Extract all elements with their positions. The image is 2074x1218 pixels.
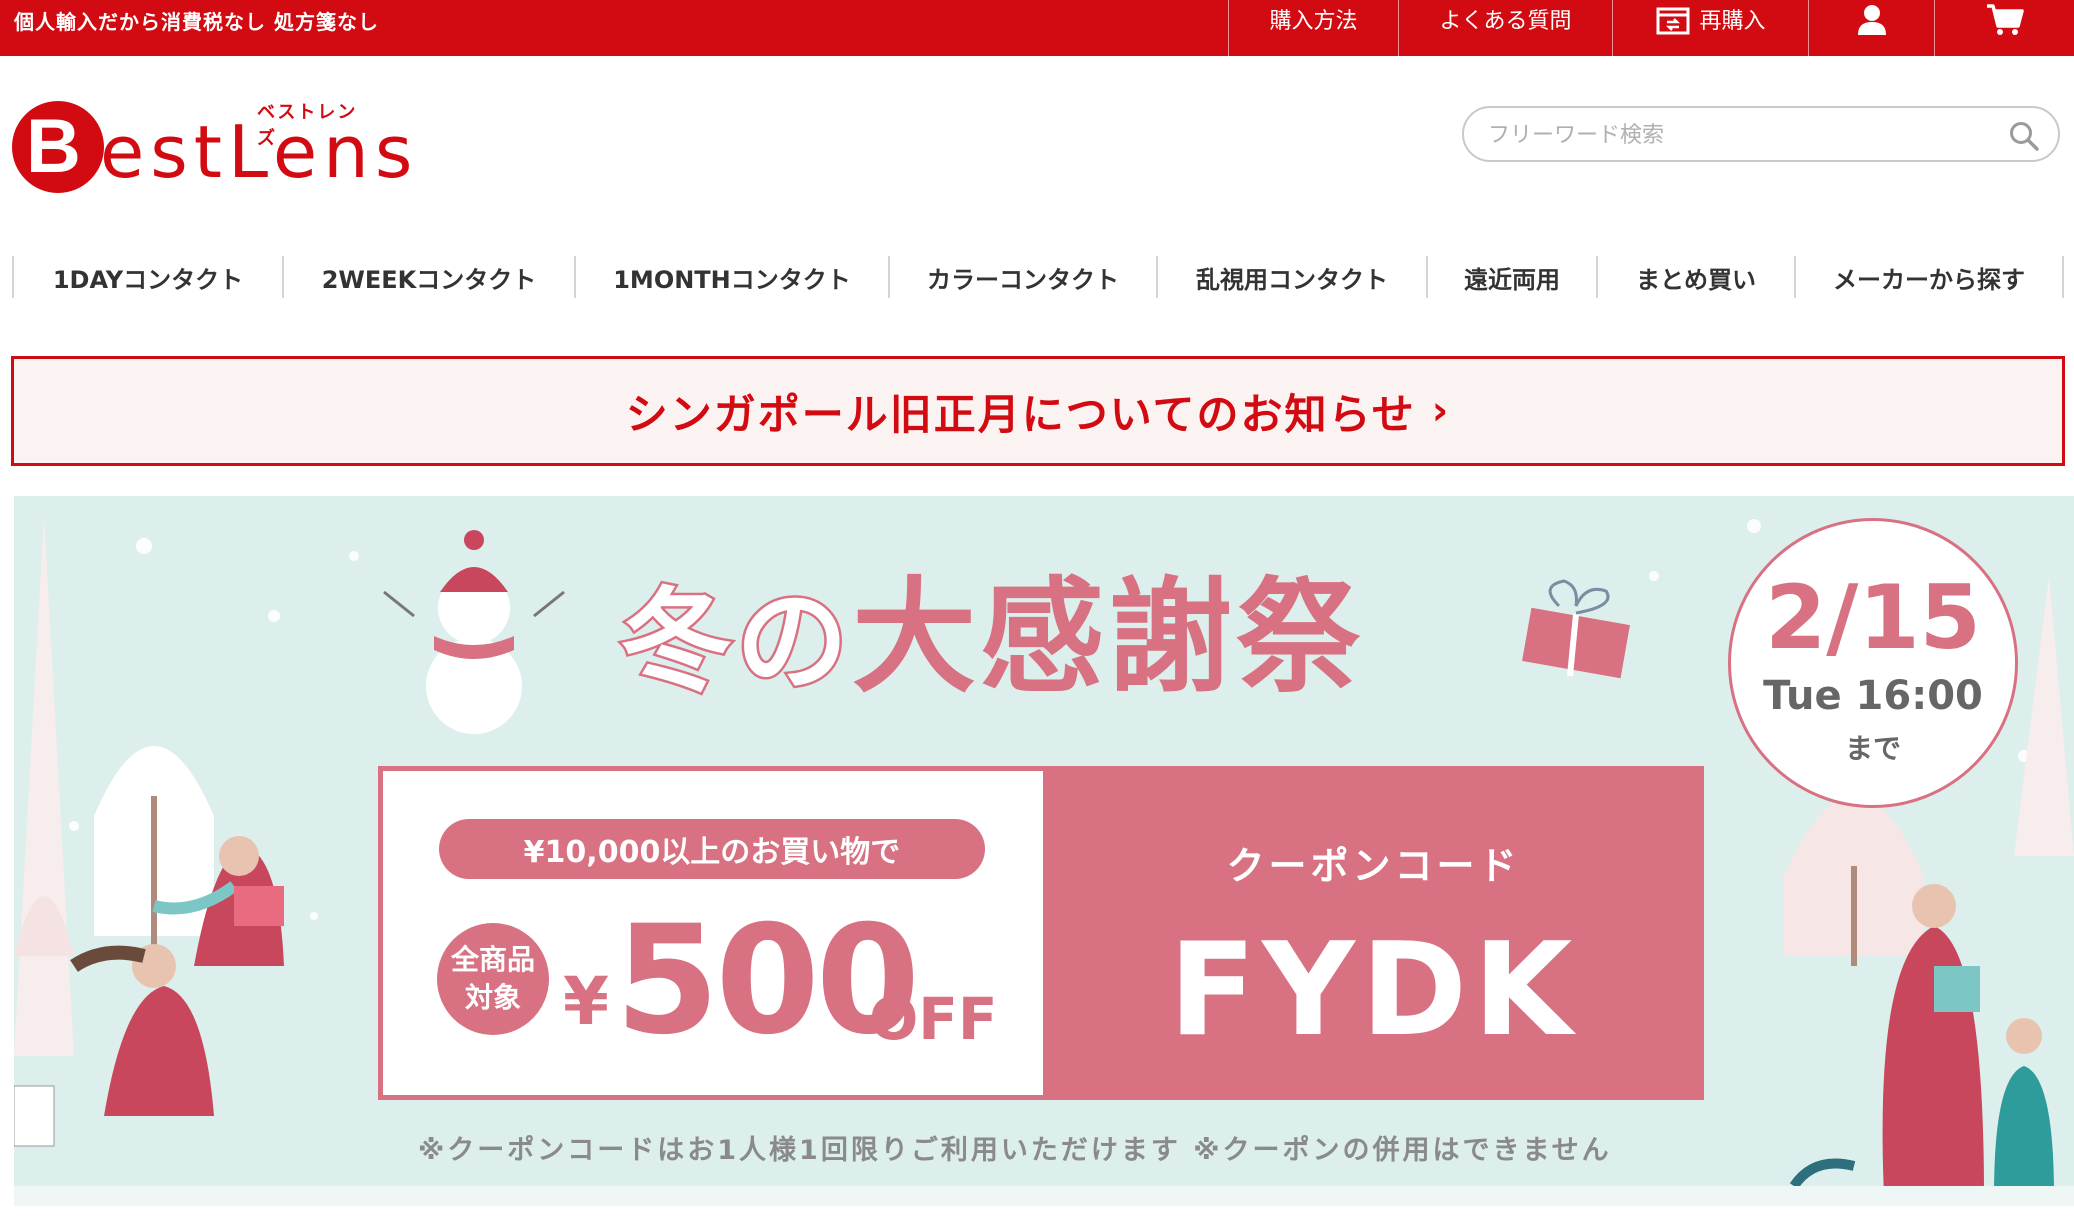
faq-link[interactable]: よくある質問	[1398, 0, 1612, 56]
coupon-code-label: クーポンコード	[1226, 844, 1521, 888]
promo-banner[interactable]: 冬の大感謝祭 2/15 Tue 16:00 まで ¥10,000以上のお買い物で…	[14, 496, 2074, 1206]
logo-mark: B	[12, 101, 104, 193]
deadline-date: 2/15	[1765, 566, 1981, 669]
category-nav: 1DAYコンタクト 2WEEKコンタクト 1MONTHコンタクト カラーコンタク…	[0, 254, 2074, 300]
deadline-badge: 2/15 Tue 16:00 まで	[1728, 518, 2018, 808]
badge-line1: 全商品	[450, 943, 535, 976]
logo-kana: ベストレンズ	[257, 102, 358, 149]
deadline-until: まで	[1844, 732, 1901, 765]
faq-label: よくある質問	[1439, 9, 1572, 34]
coupon-box: ¥10,000以上のお買い物で 全商品 対象 ¥ 500 OFF クーポンコード…	[378, 766, 1704, 1100]
all-items-badge: 全商品 対象	[437, 923, 549, 1035]
bestlens-logo[interactable]: B estLens ベストレンズ	[12, 100, 412, 200]
category-1day[interactable]: 1DAYコンタクト	[14, 254, 282, 300]
category-color[interactable]: カラーコンタクト	[890, 254, 1156, 300]
deadline-time: Tue 16:00	[1763, 673, 1983, 719]
condition-pill: ¥10,000以上のお買い物で	[439, 819, 985, 879]
cart-button[interactable]	[1934, 0, 2074, 56]
search-icon[interactable]	[2008, 120, 2040, 152]
title-winter: 冬	[618, 575, 736, 710]
category-2week[interactable]: 2WEEKコンタクト	[284, 254, 574, 300]
account-button[interactable]	[1808, 0, 1934, 56]
reorder-label: 再購入	[1699, 9, 1766, 34]
off-label: OFF	[869, 985, 998, 1053]
category-toric[interactable]: 乱視用コンタクト	[1158, 254, 1426, 300]
title-no: の	[734, 575, 852, 710]
coupon-code-panel: クーポンコード FYDK	[1043, 771, 1704, 1095]
category-multifocal[interactable]: 遠近両用	[1428, 254, 1596, 300]
badge-line2: 対象	[464, 981, 521, 1014]
banner-title: 冬の大感謝祭	[618, 536, 1365, 716]
logo-letter: B	[26, 104, 81, 189]
how-to-buy-label: 購入方法	[1269, 9, 1358, 34]
reorder-link[interactable]: 再購入	[1612, 0, 1808, 56]
how-to-buy-link[interactable]: 購入方法	[1228, 0, 1398, 56]
coupon-footnote: ※クーポンコードはお1人様1回限りご利用いただけます ※クーポンの併用はできませ…	[418, 1135, 1612, 1166]
category-maker[interactable]: メーカーから探す	[1796, 254, 2062, 300]
notice-text: シンガポール旧正月についてのお知らせ	[625, 389, 1416, 439]
coupon-code: FYDK	[1168, 916, 1579, 1065]
search-input[interactable]	[1486, 116, 1990, 154]
reorder-icon	[1656, 7, 1690, 35]
tagline: 個人輸入だから消費税なし 処方箋なし	[14, 10, 379, 34]
category-1month[interactable]: 1MONTHコンタクト	[576, 254, 888, 300]
user-icon	[1857, 5, 1886, 35]
yen-symbol: ¥	[563, 963, 609, 1040]
search-box	[1462, 106, 2060, 162]
top-bar: 個人輸入だから消費税なし 処方箋なし 購入方法 よくある質問 再購入	[0, 0, 2074, 56]
cart-icon	[1986, 4, 2024, 35]
divider	[2062, 256, 2064, 298]
notice-banner[interactable]: シンガポール旧正月についてのお知らせ ›	[11, 356, 2065, 466]
title-festival: 大感謝祭	[852, 566, 1365, 710]
category-bulk[interactable]: まとめ買い	[1598, 254, 1794, 300]
chevron-right-icon: ›	[1431, 388, 1451, 434]
